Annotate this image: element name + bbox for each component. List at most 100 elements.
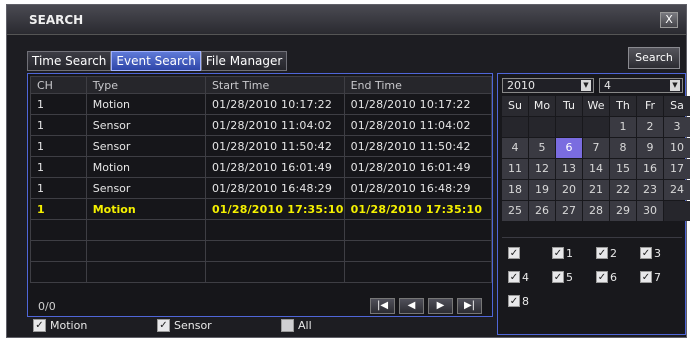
calendar-day[interactable]: 30 — [637, 201, 663, 221]
cell-type: Motion — [85, 198, 206, 220]
event-table: CH Type Start Time End Time 1 Motion 01/… — [30, 76, 493, 283]
calendar-day[interactable]: 7 — [583, 138, 609, 158]
calendar-day[interactable]: 11 — [502, 159, 528, 179]
calendar-day-empty — [583, 117, 609, 137]
calendar-day[interactable]: 22 — [610, 180, 636, 200]
calendar-day[interactable]: 10 — [664, 138, 690, 158]
next-page-button[interactable]: ▶ — [428, 298, 453, 314]
channel-label: 4 — [522, 270, 529, 284]
calendar-day[interactable]: 2 — [637, 117, 663, 137]
channel-1[interactable]: ✓ 1 — [552, 244, 596, 262]
calendar-day[interactable]: 16 — [637, 159, 663, 179]
cell-start-time: 01/28/2010 11:04:02 — [204, 114, 345, 136]
table-row[interactable]: 1 Motion 01/28/2010 16:01:49 01/28/2010 … — [30, 156, 493, 178]
channel-5[interactable]: ✓ 5 — [552, 268, 596, 286]
year-select[interactable]: 2010 ▼ — [502, 78, 594, 93]
calendar-grid: Su Mo Tu We Th Fr Sa 1 2 3 4 5 6 7 8 9 1… — [502, 96, 690, 221]
calendar-day[interactable]: 21 — [583, 180, 609, 200]
table-row-empty[interactable] — [30, 240, 493, 262]
checkbox-checked-icon[interactable]: ✓ — [596, 247, 608, 259]
calendar-day[interactable]: 1 — [610, 117, 636, 137]
checkbox-checked-icon[interactable]: ✓ — [640, 247, 652, 259]
calendar-day[interactable]: 26 — [529, 201, 555, 221]
checkbox-checked-icon[interactable]: ✓ — [508, 295, 520, 307]
search-button[interactable]: Search — [628, 47, 680, 69]
calendar-day[interactable]: 13 — [556, 159, 582, 179]
calendar-day[interactable]: 8 — [610, 138, 636, 158]
calendar-day[interactable]: 23 — [637, 180, 663, 200]
filter-sensor[interactable]: ✓ Sensor — [157, 319, 212, 332]
tab-file-manager[interactable]: File Manager — [200, 51, 288, 71]
calendar-panel: 2010 ▼ 4 ▼ Su Mo Tu We Th Fr Sa 1 2 3 4 … — [497, 73, 690, 335]
calendar-day[interactable]: 3 — [664, 117, 690, 137]
last-page-button[interactable]: ▶| — [457, 298, 482, 314]
channel-2[interactable]: ✓ 2 — [596, 244, 640, 262]
divider — [502, 237, 682, 238]
prev-page-icon: ◀ — [407, 300, 416, 311]
table-row[interactable]: 1 Sensor 01/28/2010 11:50:42 01/28/2010 … — [30, 135, 493, 157]
table-row[interactable]: 1 Motion 01/28/2010 10:17:22 01/28/2010 … — [30, 93, 493, 115]
channel-6[interactable]: ✓ 6 — [596, 268, 640, 286]
calendar-day-empty — [556, 117, 582, 137]
checkbox-checked-icon[interactable]: ✓ — [508, 271, 520, 283]
weekday-header: Tu — [556, 96, 582, 116]
table-row[interactable]: 1 Sensor 01/28/2010 11:04:02 01/28/2010 … — [30, 114, 493, 136]
calendar-day[interactable]: 14 — [583, 159, 609, 179]
cell-ch: 1 — [30, 177, 87, 199]
channel-label: 1 — [566, 246, 573, 260]
table-row-empty[interactable] — [30, 219, 493, 241]
calendar-day-empty — [529, 117, 555, 137]
checkbox-checked-icon[interactable]: ✓ — [596, 271, 608, 283]
calendar-day[interactable]: 12 — [529, 159, 555, 179]
channel-7[interactable]: ✓ 7 — [640, 268, 684, 286]
first-page-icon: |◀ — [376, 300, 389, 311]
calendar-day[interactable]: 18 — [502, 180, 528, 200]
calendar-day[interactable]: 28 — [583, 201, 609, 221]
tab-time-search[interactable]: Time Search — [27, 51, 112, 71]
calendar-day[interactable]: 20 — [556, 180, 582, 200]
filter-all[interactable]: All — [281, 319, 312, 332]
cell-start-time: 01/28/2010 16:48:29 — [204, 177, 345, 199]
chevron-down-icon: ▼ — [670, 80, 680, 91]
calendar-day[interactable]: 19 — [529, 180, 555, 200]
weekday-header: We — [583, 96, 609, 116]
prev-page-button[interactable]: ◀ — [399, 298, 424, 314]
calendar-day-selected[interactable]: 6 — [556, 138, 582, 158]
cell-type: Sensor — [85, 114, 206, 136]
checkbox-checked-icon[interactable]: ✓ — [508, 247, 520, 259]
event-type-filters: ✓ Motion ✓ Sensor All — [29, 319, 495, 337]
channel-8[interactable]: ✓ 8 — [508, 292, 552, 310]
weekday-header: Sa — [664, 96, 690, 116]
channel-4[interactable]: ✓ 4 — [508, 268, 552, 286]
table-row-empty[interactable] — [30, 261, 493, 283]
calendar-day[interactable]: 24 — [664, 180, 690, 200]
checkbox-checked-icon[interactable]: ✓ — [552, 247, 564, 259]
first-page-button[interactable]: |◀ — [370, 298, 395, 314]
checkbox-unchecked-icon[interactable] — [281, 319, 294, 332]
cell-start-time: 01/28/2010 10:17:22 — [204, 93, 345, 115]
table-row-selected[interactable]: 1 Motion 01/28/2010 17:35:10 01/28/2010 … — [30, 198, 493, 220]
calendar-day[interactable]: 9 — [637, 138, 663, 158]
table-row[interactable]: 1 Sensor 01/28/2010 16:48:29 01/28/2010 … — [30, 177, 493, 199]
tab-event-search[interactable]: Event Search — [111, 51, 201, 71]
month-select[interactable]: 4 ▼ — [599, 78, 683, 93]
channel-all[interactable]: ✓ — [508, 244, 552, 262]
channel-label: 2 — [610, 246, 617, 260]
calendar-day[interactable]: 15 — [610, 159, 636, 179]
cell-ch: 1 — [30, 156, 87, 178]
calendar-day[interactable]: 5 — [529, 138, 555, 158]
checkbox-checked-icon[interactable]: ✓ — [33, 319, 46, 332]
calendar-day[interactable]: 27 — [556, 201, 582, 221]
filter-motion[interactable]: ✓ Motion — [33, 319, 87, 332]
calendar-day[interactable]: 17 — [664, 159, 690, 179]
calendar-day[interactable]: 25 — [502, 201, 528, 221]
close-button[interactable]: X — [660, 12, 678, 28]
checkbox-checked-icon[interactable]: ✓ — [640, 271, 652, 283]
calendar-day[interactable]: 4 — [502, 138, 528, 158]
channel-3[interactable]: ✓ 3 — [640, 244, 684, 262]
checkbox-checked-icon[interactable]: ✓ — [157, 319, 170, 332]
calendar-day[interactable]: 29 — [610, 201, 636, 221]
next-page-icon: ▶ — [436, 300, 445, 311]
weekday-header: Fr — [637, 96, 663, 116]
checkbox-checked-icon[interactable]: ✓ — [552, 271, 564, 283]
